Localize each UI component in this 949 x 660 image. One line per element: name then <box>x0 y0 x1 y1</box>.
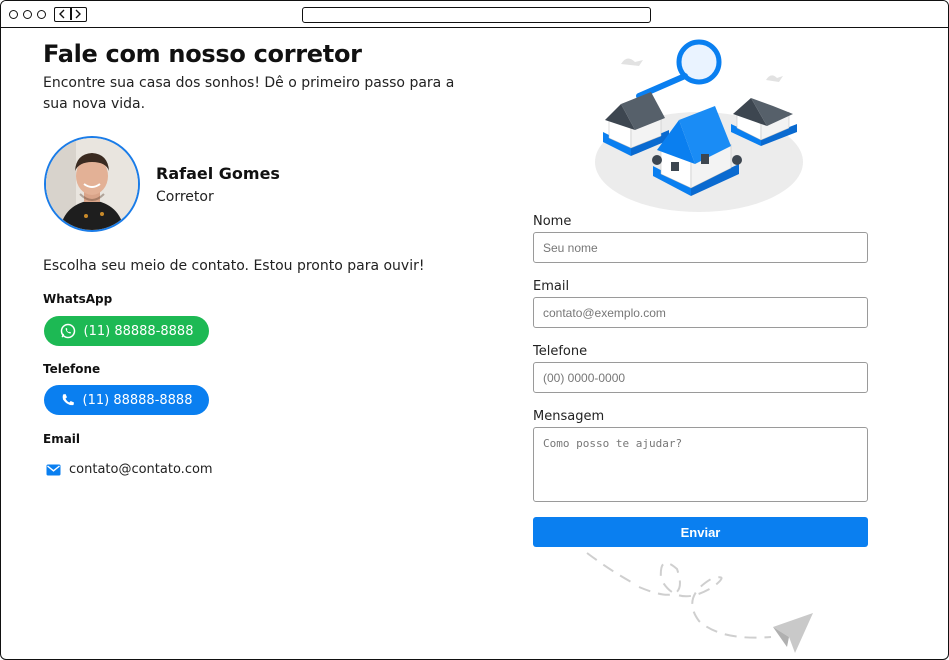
agent-photo <box>46 138 138 230</box>
submit-button[interactable]: Enviar <box>533 517 868 547</box>
agent-role: Corretor <box>156 189 214 205</box>
email-label: Email <box>533 279 570 294</box>
message-textarea[interactable] <box>533 427 868 502</box>
phone-label: Telefone <box>43 362 101 376</box>
phone-number: (11) 88888-8888 <box>82 392 193 408</box>
agent-name: Rafael Gomes <box>156 164 280 183</box>
whatsapp-icon <box>60 323 75 339</box>
agent-avatar <box>44 136 140 232</box>
whatsapp-number: (11) 88888-8888 <box>83 323 194 339</box>
window-dot-1[interactable] <box>9 10 18 19</box>
page-subtitle: Encontre sua casa dos sonhos! Dê o prime… <box>43 75 455 112</box>
name-input[interactable] <box>533 232 868 263</box>
browser-window: Fale com nosso corretor Encontre sua cas… <box>0 0 949 660</box>
whatsapp-label: WhatsApp <box>43 292 113 306</box>
email-contact-value: contato@contato.com <box>69 462 213 477</box>
contact-prompt: Escolha seu meio de contato. Estou pront… <box>43 258 425 274</box>
phone-button[interactable]: (11) 88888-8888 <box>44 385 209 415</box>
nav-divider <box>70 8 72 20</box>
whatsapp-button[interactable]: (11) 88888-8888 <box>44 316 209 346</box>
phone-field-label: Telefone <box>533 344 588 359</box>
phone-input[interactable] <box>533 362 868 393</box>
window-dot-3[interactable] <box>37 10 46 19</box>
window-dot-2[interactable] <box>23 10 32 19</box>
message-label: Mensagem <box>533 409 605 424</box>
email-input[interactable] <box>533 297 868 328</box>
browser-chrome <box>1 1 948 28</box>
houses-search-illustration <box>595 39 803 212</box>
email-contact-link[interactable]: contato@contato.com <box>46 462 213 477</box>
phone-icon <box>62 394 74 406</box>
nav-arrows[interactable] <box>54 7 87 22</box>
name-label: Nome <box>533 214 572 229</box>
paper-plane-decoration <box>586 552 813 653</box>
address-bar[interactable] <box>302 7 651 23</box>
page-title: Fale com nosso corretor <box>43 40 362 68</box>
email-contact-label: Email <box>43 432 81 446</box>
envelope-icon <box>46 464 61 475</box>
